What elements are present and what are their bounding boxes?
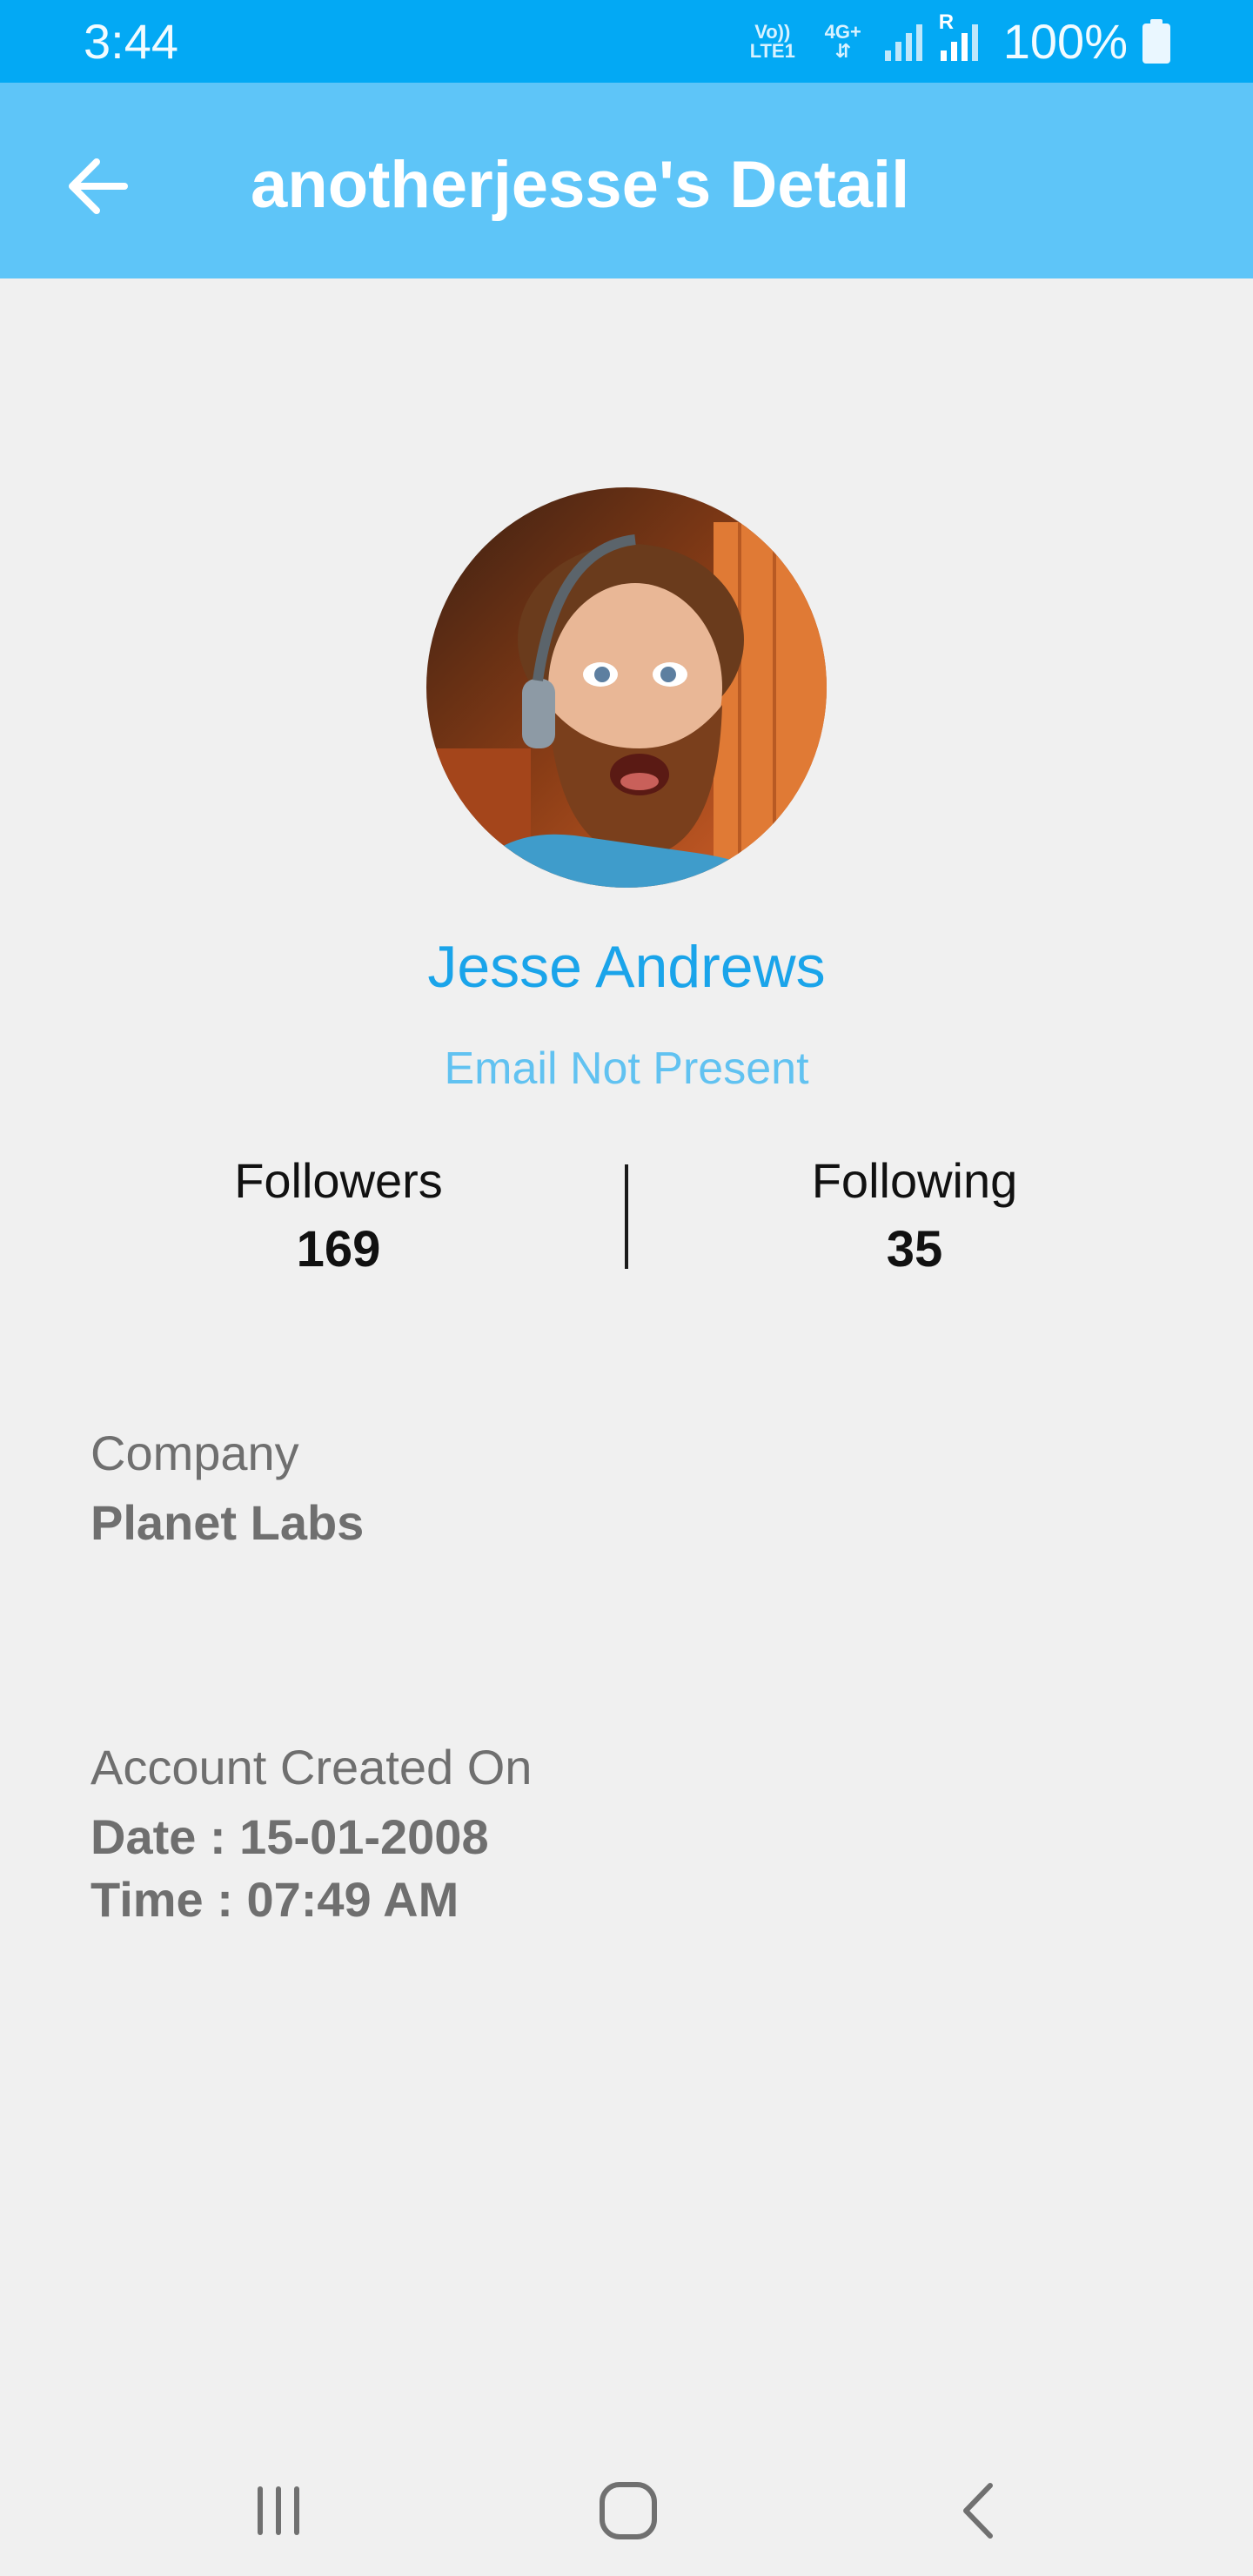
- battery-text: 100%: [1002, 14, 1128, 69]
- home-button[interactable]: [576, 2459, 680, 2563]
- recent-apps-icon: [258, 2486, 299, 2535]
- app-bar: anotherjesse's Detail: [0, 83, 1253, 278]
- account-created-time: Time : 07:49 AM: [90, 1872, 459, 1927]
- arrow-left-icon: [69, 158, 128, 214]
- company-label: Company: [90, 1426, 299, 1480]
- volte-indicator: Vo)) LTE1: [742, 23, 803, 61]
- system-nav-bar: [0, 2411, 1253, 2576]
- followers-stat[interactable]: Followers 169: [121, 1150, 556, 1283]
- back-button[interactable]: [54, 143, 141, 230]
- stats-divider: [625, 1164, 628, 1269]
- company-value: Planet Labs: [90, 1495, 365, 1550]
- roaming-signal: R: [939, 10, 981, 63]
- avatar-image: [426, 487, 827, 888]
- following-label: Following: [811, 1153, 1018, 1208]
- email-text: Email Not Present: [444, 1043, 809, 1094]
- volte-text: Vo)) LTE1: [749, 21, 795, 62]
- account-created-label: Account Created On: [90, 1740, 533, 1794]
- avatar: [426, 487, 827, 888]
- home-icon: [600, 2482, 657, 2539]
- followers-count: 169: [296, 1221, 381, 1278]
- page-title: anotherjesse's Detail: [251, 148, 910, 222]
- screen: 3:44 Vo)) LTE1 4G+ ⇵ R 100% anotherjesse…: [0, 0, 1253, 2576]
- display-name: Jesse Andrews: [427, 934, 826, 1000]
- followers-label: Followers: [234, 1153, 443, 1208]
- recent-apps-button[interactable]: [226, 2459, 331, 2563]
- status-icons: Vo)) LTE1 4G+ ⇵ R 100%: [742, 10, 1171, 71]
- back-chevron-icon: [963, 2483, 993, 2539]
- battery-icon: [1142, 19, 1170, 64]
- status-time: 3:44: [84, 14, 178, 69]
- status-bar: 3:44 Vo)) LTE1 4G+ ⇵ R 100%: [0, 0, 1253, 83]
- roaming-text: R: [938, 10, 955, 34]
- account-created-date: Date : 15-01-2008: [90, 1809, 489, 1864]
- network-type-indicator: 4G+ ⇵: [824, 21, 861, 62]
- nav-back-button[interactable]: [926, 2459, 1030, 2563]
- following-count: 35: [886, 1221, 943, 1278]
- following-stat[interactable]: Following 35: [697, 1150, 1132, 1283]
- signal-icon: [884, 24, 922, 61]
